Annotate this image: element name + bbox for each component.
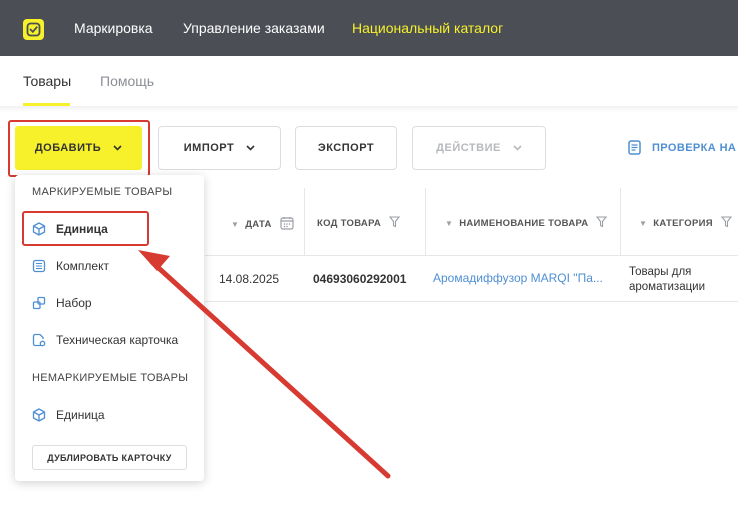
import-button[interactable]: ИМПОРТ [158, 126, 281, 170]
menu-item-tech-card[interactable]: Техническая карточка [32, 328, 178, 352]
column-header-code[interactable]: КОД ТОВАРА [317, 216, 401, 231]
menu-item-set[interactable]: Набор [32, 291, 92, 315]
cell-category: Товары для ароматизации [629, 266, 706, 293]
menu-item-label: Комплект [56, 259, 109, 273]
boxes-icon [32, 296, 46, 310]
column-divider [304, 188, 305, 256]
chevron-down-icon [246, 142, 255, 154]
menu-item-label: Техническая карточка [56, 333, 179, 347]
column-header-code-label: КОД ТОВАРА [317, 218, 382, 229]
tab-help[interactable]: Помощь [100, 73, 154, 89]
action-button-label: ДЕЙСТВИЕ [436, 142, 501, 154]
list-box-icon [32, 259, 46, 273]
filter-icon[interactable] [388, 216, 401, 231]
cell-code: 04693060292001 [313, 272, 407, 286]
menu-item-unmarked-unit[interactable]: Единица [32, 403, 105, 427]
calendar-icon[interactable] [280, 216, 294, 233]
check-link-label: ПРОВЕРКА НА [652, 141, 737, 154]
nav-order-management[interactable]: Управление заказами [183, 20, 325, 36]
duplicate-card-button[interactable]: ДУБЛИРОВАТЬ КАРТОЧКУ [32, 445, 187, 470]
filter-icon[interactable] [720, 216, 733, 231]
column-header-category-label: КАТЕГОРИЯ [653, 218, 713, 229]
filter-icon[interactable] [596, 216, 608, 231]
export-button-label: ЭКСПОРТ [317, 142, 375, 154]
logo-check-square-icon[interactable] [23, 19, 44, 40]
column-divider [425, 188, 426, 256]
table-header: ▼ ДАТА КОД ТОВАРА ▼ НАИМЕНОВАНИЕ ТОВАРА … [205, 188, 738, 256]
highlight-marked-unit [22, 211, 149, 246]
column-header-date-label: ДАТА [245, 219, 272, 230]
highlight-add-button [8, 120, 150, 177]
nav-marking[interactable]: Маркировка [74, 20, 153, 36]
tabs-divider [0, 106, 738, 112]
column-header-name-label: НАИМЕНОВАНИЕ ТОВАРА [459, 218, 589, 229]
marked-products-header: МАРКИРУЕМЫЕ ТОВАРЫ [32, 186, 173, 198]
nav-national-catalog[interactable]: Национальный каталог [352, 20, 503, 36]
menu-item-label: Единица [56, 408, 105, 422]
chevron-down-icon [513, 142, 522, 154]
unmarked-products-header: НЕМАРКИРУЕМЫЕ ТОВАРЫ [32, 372, 189, 384]
sort-icon: ▼ [639, 219, 648, 228]
column-header-name[interactable]: ▼ НАИМЕНОВАНИЕ ТОВАРА [445, 216, 608, 231]
column-header-category[interactable]: ▼ КАТЕГОРИЯ [639, 216, 733, 231]
column-divider [620, 188, 621, 256]
document-icon [628, 140, 641, 155]
action-button[interactable]: ДЕЙСТВИЕ [412, 126, 546, 170]
tech-card-icon [32, 333, 46, 347]
menu-item-label: Набор [56, 296, 92, 310]
sort-icon: ▼ [231, 220, 240, 229]
export-button[interactable]: ЭКСПОРТ [295, 126, 397, 170]
tab-products[interactable]: Товары [23, 73, 71, 89]
import-button-label: ИМПОРТ [183, 142, 235, 154]
cell-date: 14.08.2025 [219, 272, 280, 286]
column-header-date[interactable]: ▼ ДАТА [231, 216, 294, 233]
top-navigation-bar: Маркировка Управление заказами Националь… [0, 0, 738, 56]
check-link[interactable]: ПРОВЕРКА НА [628, 140, 736, 155]
row-divider [205, 301, 738, 302]
cube-icon [32, 408, 46, 422]
sort-icon: ▼ [445, 219, 454, 228]
cell-product-name-link[interactable]: Аромадиффузор MARQI "Па... [433, 271, 603, 285]
menu-item-kit[interactable]: Комплект [32, 254, 109, 278]
